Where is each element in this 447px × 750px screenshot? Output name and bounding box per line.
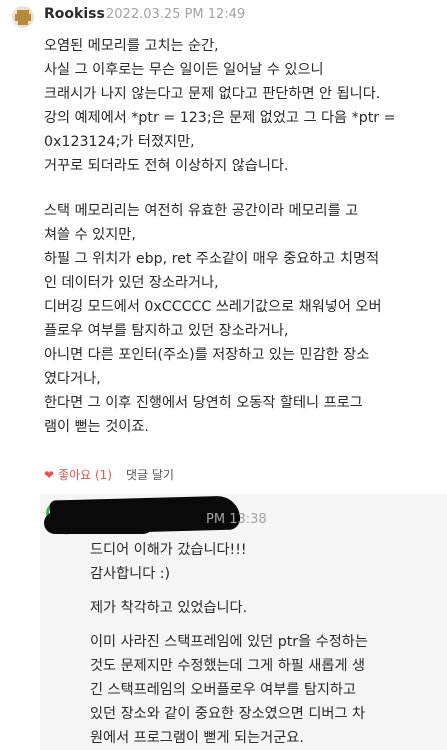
body-line: 디버깅 모드에서 0xCCCCC 쓰레기값으로 채워넣어 오버 — [44, 298, 382, 315]
comment-body: 오염된 메모리를 고치는 순간, 사실 그 이후로는 무슨 일이든 일어날 수 … — [44, 34, 439, 440]
body-line: 아니면 다른 포인터(주소)를 저장하고 있는 민감한 장소 — [44, 347, 370, 364]
body-line: 긴 스택프레임의 오버플로우 여부를 탐지하고 — [90, 682, 357, 698]
body-line: 쳐쓸 수 있지만, — [44, 226, 136, 243]
timestamp: PM 13:38 — [206, 512, 267, 527]
body-line: 있던 장소와 같이 중요한 장소였으면 디버그 차 — [90, 706, 366, 722]
body-line: 사실 그 이후로는 무슨 일이든 일어날 수 있으니 — [44, 62, 324, 79]
body-line: 드디어 이해가 갔습니다!!! — [90, 542, 247, 558]
body-line: 감사합니다 :) — [90, 566, 171, 582]
avatar[interactable] — [12, 6, 34, 28]
like-button[interactable]: ❤ 좋아요 (1) — [44, 466, 112, 483]
body-line: 원에서 프로그램이 뻗게 되는거군요. — [90, 730, 304, 746]
heart-icon: ❤ — [44, 467, 55, 482]
body-line: 0x123124;가 터졌지만, — [44, 134, 195, 151]
body-line: 크래시가 나지 않는다고 문제 없다고 판단하면 안 됩니다. — [44, 86, 381, 103]
body-line: 램이 뻗는 것이죠. — [44, 419, 149, 436]
body-line: 플로우 여부를 탐지하고 있던 장소라거나, — [44, 323, 289, 340]
body-line: 스택 메모리리는 여전히 유효한 공간이라 메모리를 고 — [44, 202, 359, 219]
timestamp: 2022.03.25 PM 12:49 — [106, 7, 246, 22]
like-label: 좋아요 (1) — [58, 468, 112, 482]
body-line: 거꾸로 되더라도 전혀 이상하지 않습니다. — [44, 158, 289, 175]
body-line: 하필 그 위치가 ebp, ret 주소같이 매우 중요하고 치명적 — [44, 250, 380, 267]
redaction-mark — [44, 512, 154, 534]
body-line: 였다거나, — [44, 371, 101, 388]
body-line: 한다면 그 이후 진행에서 당연히 오동작 할테니 프로그 — [44, 395, 363, 412]
author-name[interactable]: Rookiss — [44, 6, 105, 22]
reply-button[interactable]: 댓글 달기 — [126, 466, 174, 483]
body-line: 오염된 메모리를 고치는 순간, — [44, 38, 219, 54]
comment-actions: ❤ 좋아요 (1) 댓글 달기 — [44, 466, 174, 483]
body-line: 인 데이터가 있던 장소라거나, — [44, 274, 219, 291]
body-line: 제가 착각하고 있었습니다. — [90, 600, 248, 616]
body-line: 것도 문제지만 수정했는데 그게 하필 새롭게 생 — [90, 658, 366, 674]
reply-comment: PM 13:38 드디어 이해가 갔습니다!!! 감사합니다 :) 제가 착각하… — [40, 494, 447, 750]
reply-body: 드디어 이해가 갔습니다!!! 감사합니다 :) 제가 착각하고 있었습니다. … — [90, 538, 440, 750]
body-line: 이미 사라진 스택프레임에 있던 ptr을 수정하는 — [90, 634, 368, 650]
body-line: 강의 예제에서 *ptr = 123;은 문제 없었고 그 다음 *ptr = — [44, 110, 396, 127]
